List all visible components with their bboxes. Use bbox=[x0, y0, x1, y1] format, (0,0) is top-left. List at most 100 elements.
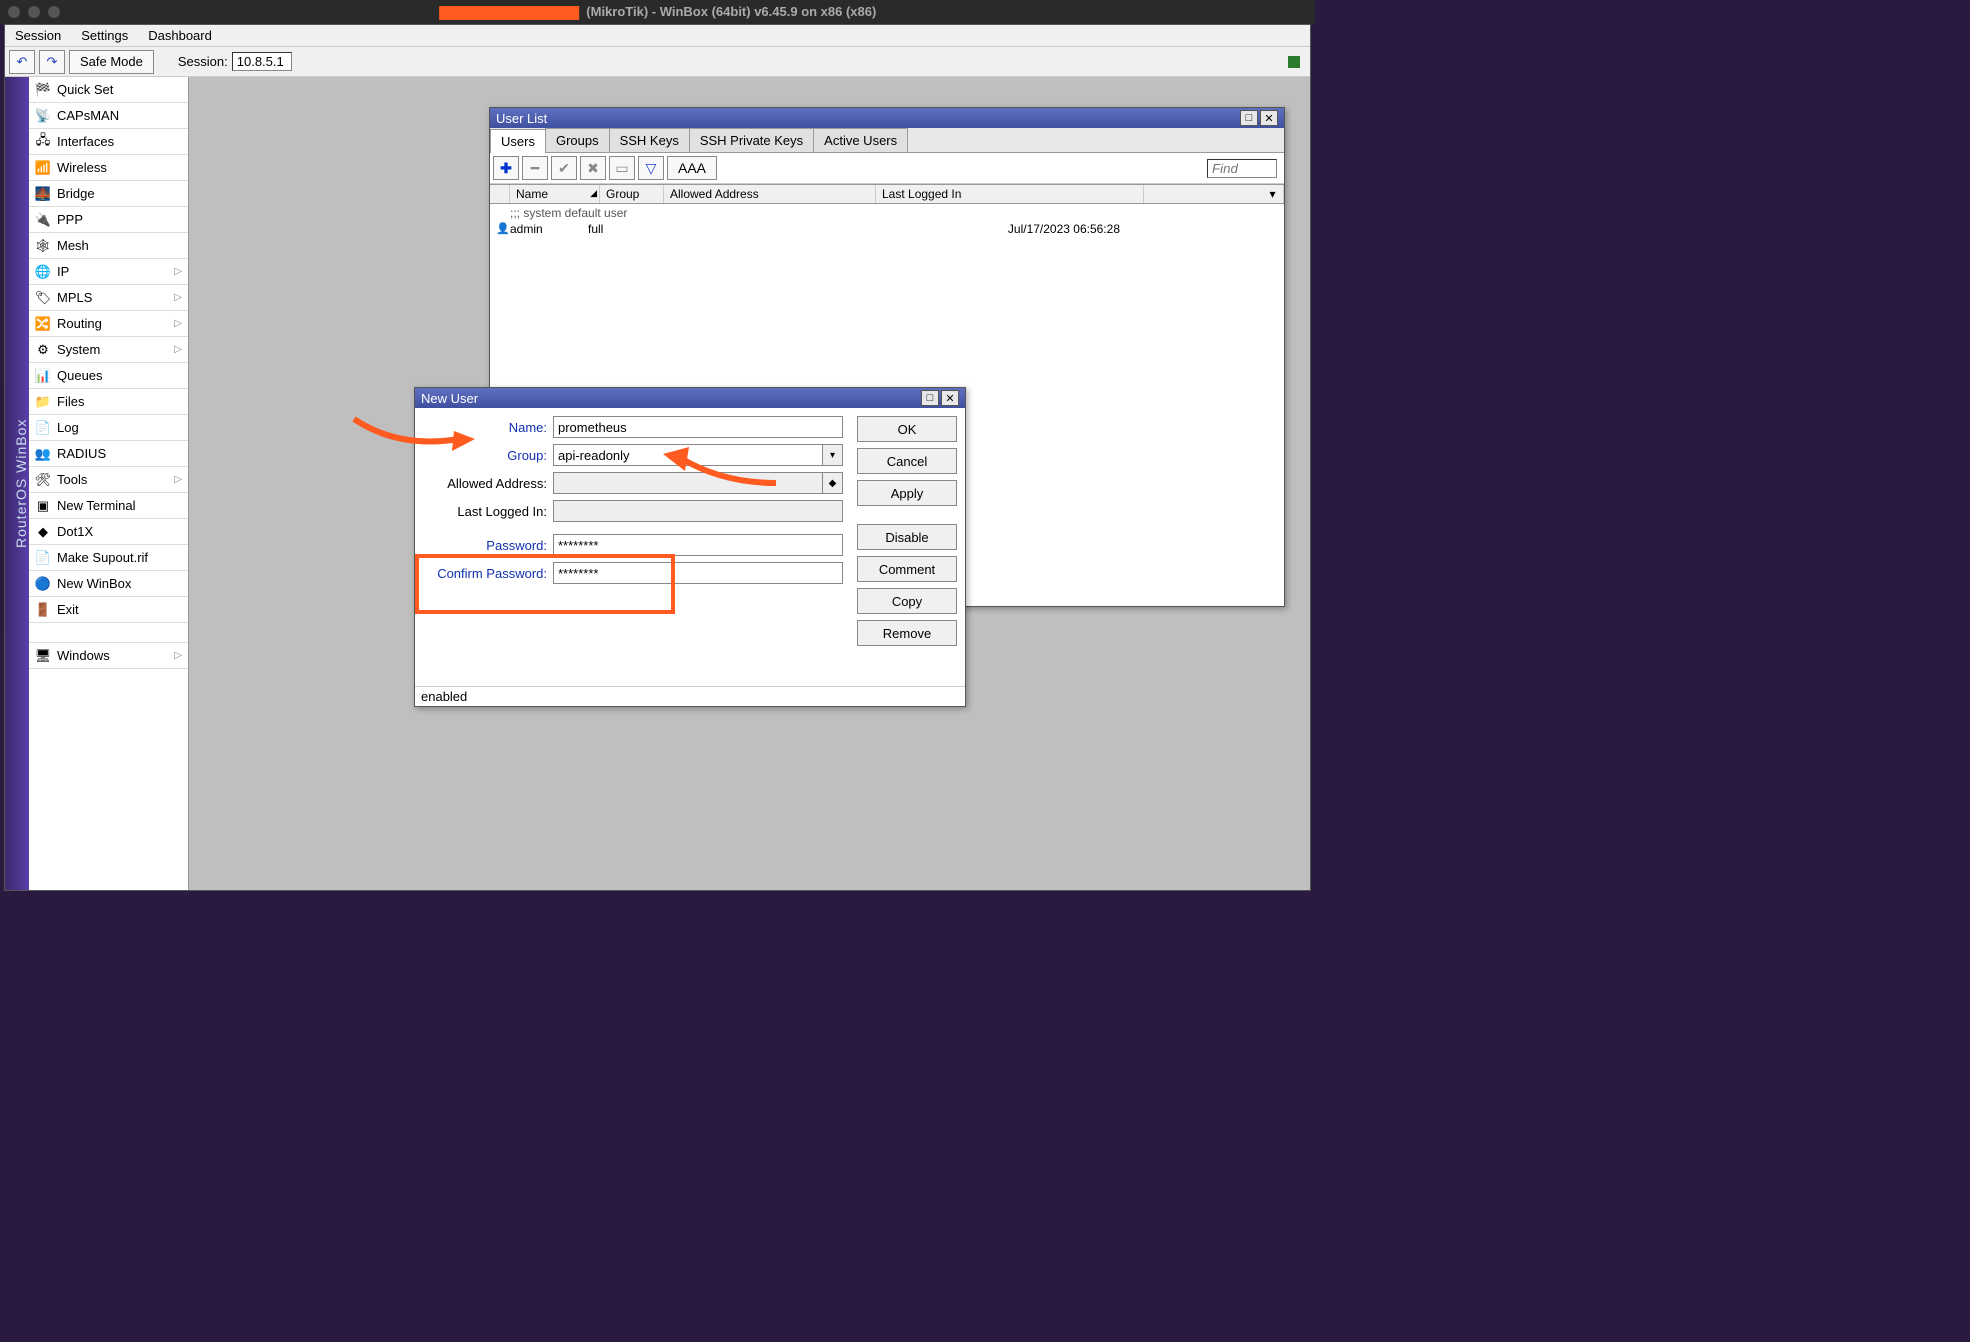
sidebar-item-make-supout.rif[interactable]: 📄Make Supout.rif bbox=[29, 545, 188, 571]
sidebar-item-tools[interactable]: 🛠Tools▷ bbox=[29, 467, 188, 493]
apply-button[interactable]: Apply bbox=[857, 480, 957, 506]
confirm-password-field[interactable] bbox=[553, 562, 843, 584]
columns-dropdown-icon[interactable]: ▾ bbox=[1262, 185, 1284, 203]
table-comment-row: ;;; system default user bbox=[490, 204, 1284, 220]
ok-button[interactable]: OK bbox=[857, 416, 957, 442]
tab-active-users[interactable]: Active Users bbox=[813, 128, 908, 152]
make-supout.rif-icon: 📄 bbox=[35, 550, 51, 566]
capsman-icon: 📡 bbox=[35, 108, 51, 124]
name-field[interactable] bbox=[553, 416, 843, 438]
sidebar-item-label: New WinBox bbox=[57, 576, 131, 591]
col-last-logged-in[interactable]: Last Logged In bbox=[876, 185, 1144, 203]
menu-settings[interactable]: Settings bbox=[71, 25, 138, 46]
remove-button[interactable]: ━ bbox=[522, 156, 548, 180]
sidebar: 🏁Quick Set📡CAPsMAN🖧Interfaces📶Wireless🌉B… bbox=[29, 77, 189, 890]
allowed-address-expand-icon[interactable]: ◆ bbox=[823, 472, 843, 494]
user-list-titlebar[interactable]: User List □ ✕ bbox=[490, 108, 1284, 128]
newuser-maximize-icon[interactable]: □ bbox=[921, 390, 939, 406]
userlist-maximize-icon[interactable]: □ bbox=[1240, 110, 1258, 126]
user-list-tabs: Users Groups SSH Keys SSH Private Keys A… bbox=[490, 128, 1284, 153]
sidebar-gap bbox=[29, 623, 188, 643]
user-list-title: User List bbox=[496, 111, 547, 126]
session-label: Session: bbox=[178, 54, 228, 69]
chevron-right-icon: ▷ bbox=[174, 318, 182, 329]
disable-button[interactable]: ✖ bbox=[580, 156, 606, 180]
comment-button[interactable]: ▭ bbox=[609, 156, 635, 180]
menu-session[interactable]: Session bbox=[5, 25, 71, 46]
sidebar-item-mesh[interactable]: 🕸Mesh bbox=[29, 233, 188, 259]
sidebar-item-ip[interactable]: 🌐IP▷ bbox=[29, 259, 188, 285]
col-name[interactable]: Name◢ bbox=[510, 185, 600, 203]
sidebar-item-capsman[interactable]: 📡CAPsMAN bbox=[29, 103, 188, 129]
tab-groups[interactable]: Groups bbox=[545, 128, 610, 152]
sidebar-item-mpls[interactable]: 🏷MPLS▷ bbox=[29, 285, 188, 311]
user-icon: 👤 bbox=[490, 221, 504, 237]
tab-ssh-private-keys[interactable]: SSH Private Keys bbox=[689, 128, 814, 152]
redo-button[interactable]: ↷ bbox=[39, 50, 65, 74]
cancel-button[interactable]: Cancel bbox=[857, 448, 957, 474]
tab-users[interactable]: Users bbox=[490, 129, 546, 153]
routing-icon: 🔀 bbox=[35, 316, 51, 332]
password-field[interactable] bbox=[553, 534, 843, 556]
col-allowed-address[interactable]: Allowed Address bbox=[664, 185, 876, 203]
mpls-icon: 🏷 bbox=[35, 290, 51, 306]
mac-max-icon[interactable] bbox=[48, 6, 60, 18]
disable-button[interactable]: Disable bbox=[857, 524, 957, 550]
sidebar-item-bridge[interactable]: 🌉Bridge bbox=[29, 181, 188, 207]
system-icon: ⚙ bbox=[35, 342, 51, 358]
queues-icon: 📊 bbox=[35, 368, 51, 384]
group-field[interactable] bbox=[553, 444, 823, 466]
ip-icon: 🌐 bbox=[35, 264, 51, 280]
sidebar-item-label: Tools bbox=[57, 472, 87, 487]
add-button[interactable]: ✚ bbox=[493, 156, 519, 180]
undo-button[interactable]: ↶ bbox=[9, 50, 35, 74]
sidebar-item-new-winbox[interactable]: 🔵New WinBox bbox=[29, 571, 188, 597]
sidebar-item-files[interactable]: 📁Files bbox=[29, 389, 188, 415]
tab-ssh-keys[interactable]: SSH Keys bbox=[609, 128, 690, 152]
find-input[interactable] bbox=[1207, 159, 1277, 178]
sidebar-item-new-terminal[interactable]: ▣New Terminal bbox=[29, 493, 188, 519]
cell-log: Jul/17/2023 06:56:28 bbox=[858, 221, 1126, 237]
group-dropdown-icon[interactable]: ▾ bbox=[823, 444, 843, 466]
sidebar-item-radius[interactable]: 👥RADIUS bbox=[29, 441, 188, 467]
table-header[interactable]: Name◢ Group Allowed Address Last Logged … bbox=[490, 185, 1284, 204]
sidebar-item-queues[interactable]: 📊Queues bbox=[29, 363, 188, 389]
menu-dashboard[interactable]: Dashboard bbox=[138, 25, 222, 46]
sidebar-item-routing[interactable]: 🔀Routing▷ bbox=[29, 311, 188, 337]
comment-button[interactable]: Comment bbox=[857, 556, 957, 582]
userlist-close-icon[interactable]: ✕ bbox=[1260, 110, 1278, 126]
sidebar-item-exit[interactable]: 🚪Exit bbox=[29, 597, 188, 623]
sidebar-item-label: Dot1X bbox=[57, 524, 93, 539]
newuser-close-icon[interactable]: ✕ bbox=[941, 390, 959, 406]
remove-button[interactable]: Remove bbox=[857, 620, 957, 646]
traffic-lights[interactable] bbox=[8, 6, 60, 18]
sidebar-item-quick-set[interactable]: 🏁Quick Set bbox=[29, 77, 188, 103]
table-row[interactable]: 👤 admin full Jul/17/2023 06:56:28 bbox=[490, 220, 1284, 238]
radius-icon: 👥 bbox=[35, 446, 51, 462]
col-flag[interactable] bbox=[490, 185, 510, 203]
mac-min-icon[interactable] bbox=[28, 6, 40, 18]
ppp-icon: 🔌 bbox=[35, 212, 51, 228]
allowed-address-field[interactable] bbox=[553, 472, 823, 494]
title-text: (MikroTik) - WinBox (64bit) v6.45.9 on x… bbox=[586, 4, 876, 19]
new-user-titlebar[interactable]: New User □ ✕ bbox=[415, 388, 965, 408]
col-group[interactable]: Group bbox=[600, 185, 664, 203]
sidebar-item-log[interactable]: 📄Log bbox=[29, 415, 188, 441]
enable-button[interactable]: ✔ bbox=[551, 156, 577, 180]
sidebar-item-interfaces[interactable]: 🖧Interfaces bbox=[29, 129, 188, 155]
sidebar-item-ppp[interactable]: 🔌PPP bbox=[29, 207, 188, 233]
monitor-icon: 🖥 bbox=[35, 648, 51, 664]
filter-button[interactable]: ▽ bbox=[638, 156, 664, 180]
mesh-icon: 🕸 bbox=[35, 238, 51, 254]
label-group: Group: bbox=[423, 448, 553, 463]
copy-button[interactable]: Copy bbox=[857, 588, 957, 614]
sidebar-item-windows[interactable]: 🖥 Windows ▷ bbox=[29, 643, 188, 669]
mac-close-icon[interactable] bbox=[8, 6, 20, 18]
sidebar-item-system[interactable]: ⚙System▷ bbox=[29, 337, 188, 363]
safe-mode-button[interactable]: Safe Mode bbox=[69, 50, 154, 74]
aaa-button[interactable]: AAA bbox=[667, 156, 717, 180]
sidebar-item-wireless[interactable]: 📶Wireless bbox=[29, 155, 188, 181]
last-logged-in-field bbox=[553, 500, 843, 522]
outer-window: (MikroTik) - WinBox (64bit) v6.45.9 on x… bbox=[0, 0, 1315, 895]
sidebar-item-dot1x[interactable]: ◆Dot1X bbox=[29, 519, 188, 545]
